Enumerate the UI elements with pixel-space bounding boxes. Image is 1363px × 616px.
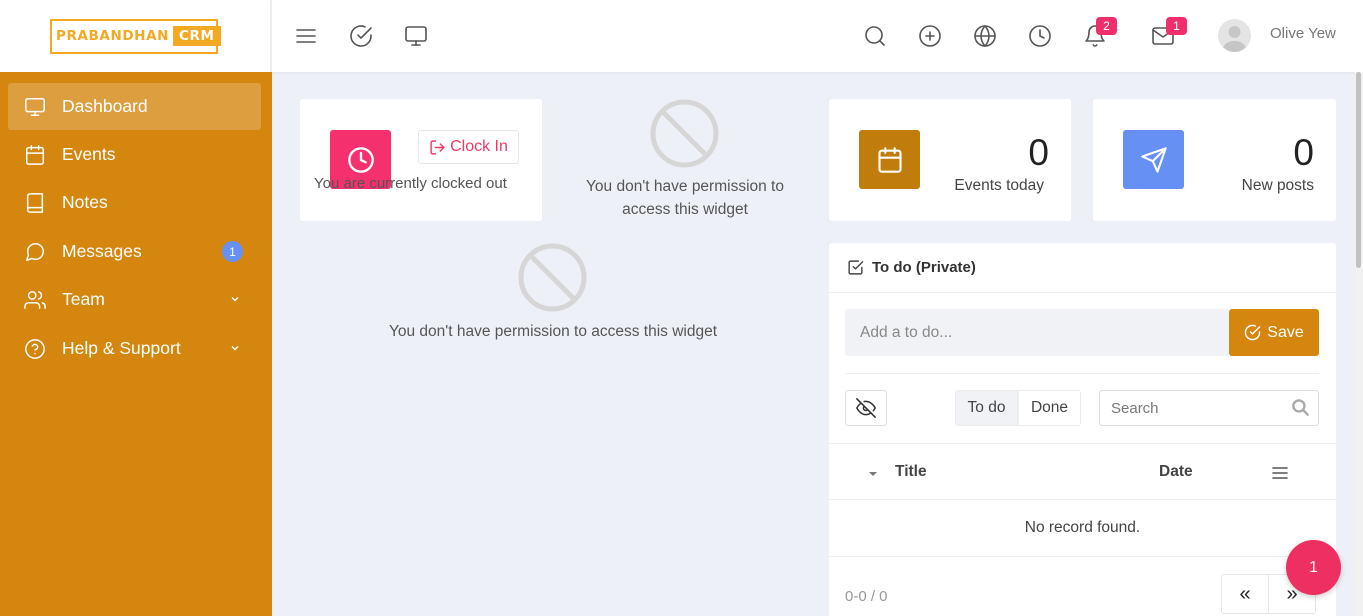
permission-message: You don't have permission to access this… (586, 178, 784, 218)
plus-circle-icon[interactable] (918, 24, 942, 48)
todo-header: To do (Private) (847, 259, 976, 276)
clock-widget: Clock In You are currently clocked out (300, 99, 542, 221)
users-icon (24, 290, 46, 309)
new-posts-label: New posts (1241, 177, 1314, 194)
monitor-icon[interactable] (404, 24, 428, 48)
logo-area[interactable]: PRABANDHAN CRM (0, 0, 271, 72)
notifications-badge: 2 (1096, 17, 1117, 35)
search-icon[interactable] (1291, 398, 1310, 417)
events-today-label: Events today (954, 177, 1044, 194)
user-avatar-icon (1222, 26, 1247, 52)
eye-off-icon (856, 398, 876, 418)
book-icon (26, 192, 44, 213)
events-tile (859, 130, 920, 189)
calendar-icon (877, 146, 902, 173)
column-header-date[interactable]: Date (1159, 463, 1193, 481)
tab-done[interactable]: Done (1018, 390, 1081, 426)
sidebar-item-label: Dashboard (62, 96, 148, 116)
chevron-down-icon (231, 346, 239, 351)
globe-icon[interactable] (973, 24, 997, 48)
todo-title: To do (Private) (872, 259, 976, 276)
sidebar-item-label: Team (62, 289, 105, 309)
events-today-widget[interactable]: 0 Events today (829, 99, 1071, 221)
monitor-icon (25, 97, 45, 116)
clock-in-button[interactable]: Clock In (418, 130, 519, 164)
clock-status-text: You are currently clocked out (314, 175, 507, 192)
calendar-icon (26, 144, 44, 165)
messages-count-badge: 1 (222, 241, 243, 262)
tab-todo[interactable]: To do (955, 390, 1018, 426)
sidebar-item-team[interactable]: Team (8, 276, 261, 323)
sort-caret-icon[interactable] (868, 470, 878, 478)
messages-badge: 1 (1166, 17, 1187, 35)
log-in-icon (430, 139, 445, 155)
todo-input[interactable] (845, 309, 1229, 356)
new-posts-widget[interactable]: 0 New posts (1093, 99, 1336, 221)
topbar: 2 1 Olive Yew (272, 0, 1363, 72)
check-circle-icon (1245, 324, 1261, 341)
posts-tile (1123, 130, 1184, 189)
sidebar-item-events[interactable]: Events (8, 131, 261, 178)
pagination-info: 0-0 / 0 (845, 588, 888, 605)
message-circle-icon (26, 242, 44, 261)
check-square-icon (848, 260, 864, 275)
prev-page-button[interactable]: « (1221, 574, 1269, 614)
sidebar-item-dashboard[interactable]: Dashboard (8, 83, 261, 130)
brand-logo[interactable]: PRABANDHAN CRM (50, 18, 221, 54)
brand-name: PRABANDHAN (56, 28, 170, 44)
column-header-title[interactable]: Title (895, 463, 927, 481)
scrollbar-thumb[interactable] (1356, 72, 1361, 268)
toggle-hidden-button[interactable] (845, 390, 887, 426)
permission-message: You don't have permission to access this… (388, 323, 718, 340)
empty-table-message: No record found. (1024, 519, 1141, 536)
clock-icon (348, 147, 374, 173)
check-circle-icon[interactable] (349, 24, 373, 48)
floating-notification-button[interactable]: 1 (1286, 540, 1341, 595)
search-icon[interactable] (863, 24, 887, 48)
divider (829, 499, 1336, 500)
clock-icon[interactable] (1028, 24, 1052, 48)
divider (845, 373, 1319, 374)
chevron-down-icon (231, 297, 239, 302)
clock-in-label: Clock In (450, 138, 508, 155)
sidebar-item-help-support[interactable]: Help & Support (8, 325, 261, 372)
help-circle-icon (25, 338, 45, 359)
ban-icon (650, 99, 719, 168)
save-button[interactable]: Save (1229, 309, 1319, 356)
ban-icon (518, 243, 587, 312)
column-options-icon[interactable] (1271, 465, 1289, 481)
sidebar-item-label: Events (62, 144, 116, 164)
divider (829, 292, 1336, 293)
divider (829, 443, 1336, 444)
sidebar: Dashboard Events Notes Messages 1 Team H… (0, 72, 272, 616)
sidebar-item-label: Messages (62, 241, 142, 261)
events-today-count: 0 (1028, 132, 1049, 173)
todo-widget: To do (Private) Save To do Done Title Da… (829, 243, 1336, 616)
user-name[interactable]: Olive Yew (1270, 25, 1336, 42)
send-icon (1140, 146, 1167, 173)
sidebar-item-label: Notes (62, 192, 108, 212)
sidebar-item-label: Help & Support (62, 338, 181, 358)
new-posts-count: 0 (1293, 132, 1314, 173)
sidebar-item-messages[interactable]: Messages 1 (8, 228, 261, 275)
menu-icon[interactable] (294, 24, 318, 48)
divider (829, 556, 1336, 557)
sidebar-item-notes[interactable]: Notes (8, 179, 261, 226)
scrollbar[interactable] (1354, 72, 1363, 616)
todo-search-input[interactable] (1099, 390, 1319, 426)
brand-suffix: CRM (173, 26, 221, 46)
save-label: Save (1267, 323, 1304, 341)
avatar[interactable] (1218, 19, 1251, 52)
